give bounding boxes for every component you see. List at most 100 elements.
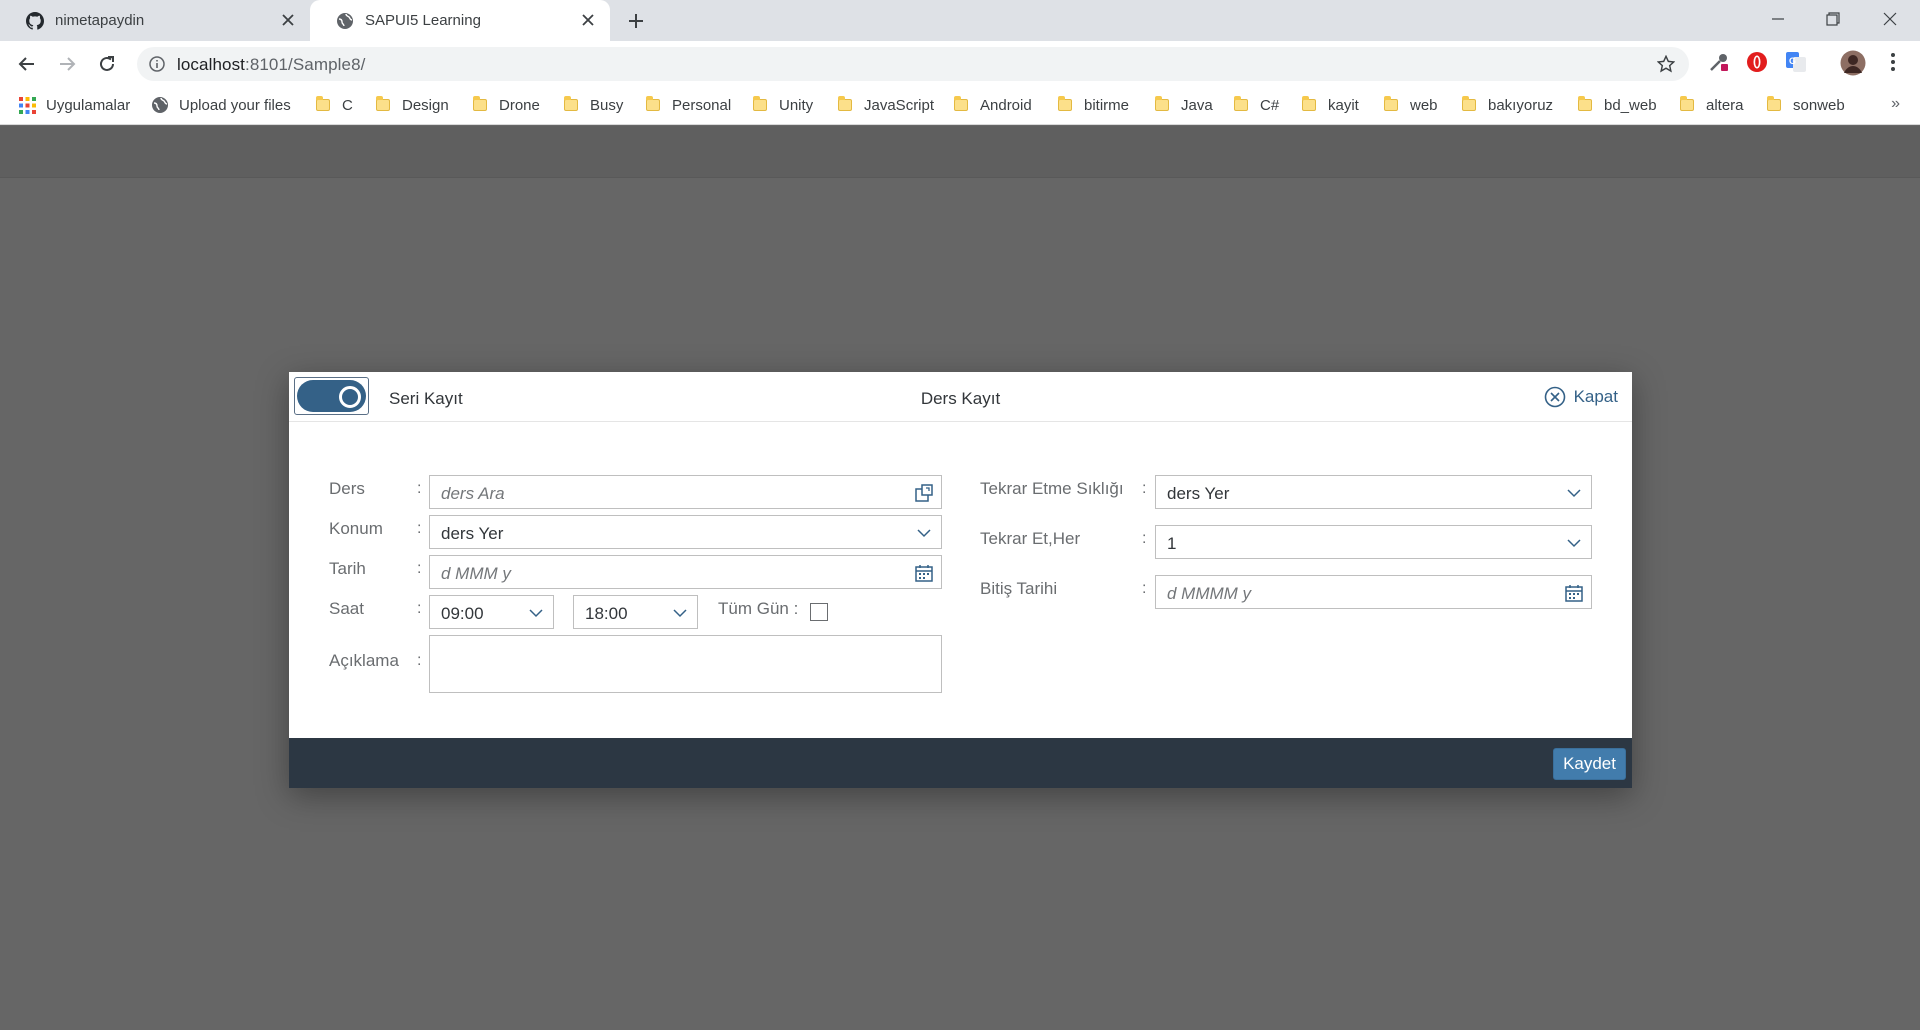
address-bar[interactable]: localhost:8101/Sample8/ <box>137 47 1689 81</box>
aciklama-textarea[interactable] <box>429 635 942 693</box>
close-tab-icon[interactable] <box>280 12 296 28</box>
bookmark-folder[interactable]: Java <box>1155 87 1213 123</box>
apps-grid-icon <box>19 96 36 114</box>
bookmark-label: Personal <box>672 96 732 114</box>
bookmark-label: Drone <box>499 96 540 114</box>
saat-end-select[interactable]: 18:00 <box>573 595 698 629</box>
folder-icon <box>954 96 968 111</box>
github-icon <box>25 11 45 31</box>
folder-icon <box>1578 96 1592 111</box>
colon: : <box>1142 530 1147 547</box>
globe-icon <box>151 96 169 114</box>
folder-icon <box>753 96 767 111</box>
new-tab-icon[interactable] <box>624 9 648 33</box>
konum-select[interactable]: ders Yer <box>429 515 942 549</box>
folder-icon <box>1680 96 1694 111</box>
aciklama-label: Açıklama <box>329 651 399 670</box>
konum-value: ders Yer <box>441 524 504 543</box>
bookmark-star-icon[interactable] <box>1656 54 1676 73</box>
her-select[interactable]: 1 <box>1155 525 1592 559</box>
bookmark-label: Upload your files <box>179 96 291 114</box>
folder-icon <box>1302 96 1316 111</box>
tab-github[interactable]: nimetapaydin <box>0 0 310 41</box>
folder-icon <box>646 96 660 111</box>
tab-title: nimetapaydin <box>55 12 145 29</box>
chevron-down-icon <box>527 604 545 622</box>
bookmark-folder[interactable]: JavaScript <box>838 87 934 123</box>
her-value: 1 <box>1167 534 1177 553</box>
bookmark-folder[interactable]: C <box>316 87 353 123</box>
minimize-icon[interactable] <box>1763 6 1793 32</box>
folder-icon <box>838 96 852 111</box>
back-icon[interactable] <box>13 50 41 78</box>
folder-icon <box>1767 96 1781 111</box>
calendar-icon[interactable] <box>915 564 933 582</box>
ders-label: Ders <box>329 479 365 498</box>
close-tab-icon[interactable] <box>580 12 596 28</box>
value-help-icon[interactable] <box>915 484 933 502</box>
url-path: :8101/Sample8/ <box>245 55 366 74</box>
bookmark-folder[interactable]: Design <box>376 87 449 123</box>
bookmark-folder[interactable]: bd_web <box>1578 87 1657 123</box>
tab-strip: nimetapaydin SAPUI5 Learning <box>0 0 1920 41</box>
siklik-select[interactable]: ders Yer <box>1155 475 1592 509</box>
tab-title: SAPUI5 Learning <box>365 12 481 29</box>
tum-gun-label: Tüm Gün : <box>718 599 799 618</box>
siklik-value: ders Yer <box>1167 484 1230 503</box>
ders-search-input[interactable]: ders Ara <box>429 475 942 509</box>
bookmarks-overflow[interactable]: » <box>1891 95 1900 113</box>
close-label: Kapat <box>1573 387 1618 406</box>
reload-icon[interactable] <box>93 50 121 78</box>
bookmark-folder[interactable]: sonweb <box>1767 87 1845 123</box>
bookmark-folder[interactable]: altera <box>1680 87 1744 123</box>
bookmark-folder[interactable]: Android <box>954 87 1032 123</box>
bookmark-folder[interactable]: Unity <box>753 87 813 123</box>
close-circle-icon <box>1544 386 1566 408</box>
bookmark-upload[interactable]: Upload your files <box>151 87 291 123</box>
menu-dots-icon[interactable] <box>1882 51 1904 73</box>
close-window-icon[interactable] <box>1875 6 1905 32</box>
calendar-icon[interactable] <box>1565 584 1583 602</box>
globe-icon <box>335 11 355 31</box>
extension-tool-icon[interactable] <box>1708 51 1730 73</box>
dialog-header: Seri Kayıt Ders Kayıt Kapat <box>289 372 1632 422</box>
info-icon[interactable] <box>149 56 165 72</box>
bookmark-folder[interactable]: bitirme <box>1058 87 1129 123</box>
bookmark-label: C <box>342 96 353 114</box>
save-button[interactable]: Kaydet <box>1553 748 1626 780</box>
bookmark-folder[interactable]: web <box>1384 87 1438 123</box>
bookmark-label: bakıyoruz <box>1488 96 1554 114</box>
ders-kayit-dialog: Seri Kayıt Ders Kayıt Kapat Ders : ders … <box>289 372 1632 788</box>
svg-text:G: G <box>1789 56 1796 66</box>
bookmark-folder[interactable]: Busy <box>564 87 623 123</box>
close-button[interactable]: Kapat <box>1544 386 1618 408</box>
bookmark-label: Busy <box>590 96 624 114</box>
tab-sapui5[interactable]: SAPUI5 Learning <box>310 0 610 41</box>
folder-icon <box>1384 96 1398 111</box>
folder-icon <box>473 96 487 111</box>
bookmark-folder[interactable]: Drone <box>473 87 540 123</box>
bitis-label: Bitiş Tarihi <box>980 579 1058 598</box>
bookmark-label: Java <box>1181 96 1213 114</box>
opera-extension-icon[interactable] <box>1746 51 1768 73</box>
folder-icon <box>1155 96 1169 111</box>
bookmark-label: JavaScript <box>864 96 935 114</box>
folder-icon <box>1058 96 1072 111</box>
saat-start-select[interactable]: 09:00 <box>429 595 554 629</box>
avatar[interactable] <box>1840 50 1866 76</box>
bookmark-folder[interactable]: bakıyoruz <box>1462 87 1553 123</box>
bookmark-apps[interactable]: Uygulamalar <box>19 87 130 123</box>
colon: : <box>417 652 422 669</box>
tum-gun-checkbox[interactable] <box>810 603 828 621</box>
bookmark-folder[interactable]: Personal <box>646 87 731 123</box>
bookmark-folder[interactable]: kayit <box>1302 87 1359 123</box>
forward-icon[interactable] <box>53 50 81 78</box>
bookmark-folder[interactable]: C# <box>1234 87 1279 123</box>
her-label: Tekrar Et,Her <box>980 529 1081 548</box>
google-translate-icon[interactable]: G <box>1785 51 1807 73</box>
bitis-datepicker[interactable]: d MMMM y <box>1155 575 1592 609</box>
tarih-datepicker[interactable]: d MMM y <box>429 555 942 589</box>
app-shell-header <box>0 126 1920 178</box>
bookmark-label: Design <box>402 96 449 114</box>
restore-icon[interactable] <box>1818 6 1848 32</box>
